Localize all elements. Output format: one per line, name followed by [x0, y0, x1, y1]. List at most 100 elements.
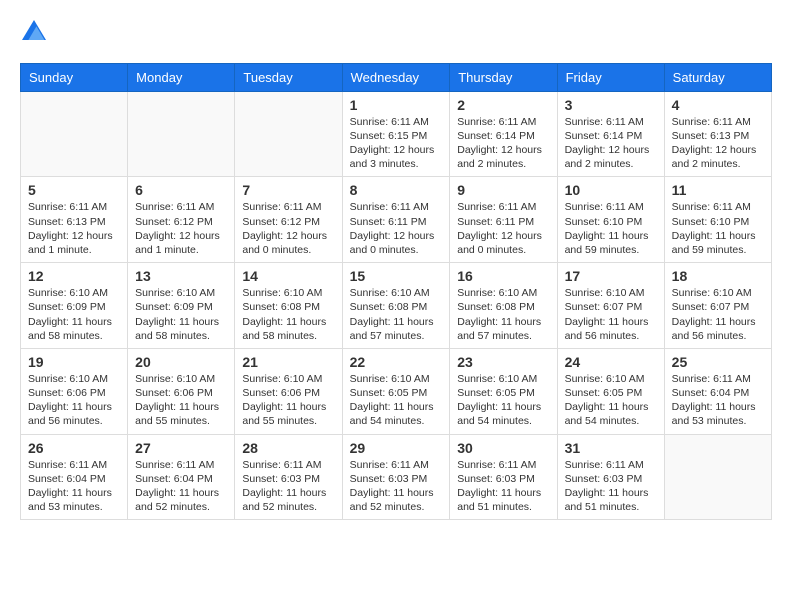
day-number: 9 — [457, 182, 549, 198]
day-number: 16 — [457, 268, 549, 284]
calendar-cell: 4 Sunrise: 6:11 AMSunset: 6:13 PMDaylight… — [664, 91, 771, 177]
calendar-cell: 8 Sunrise: 6:11 AMSunset: 6:11 PMDaylight… — [342, 177, 450, 263]
header-monday: Monday — [128, 63, 235, 91]
day-info: Sunrise: 6:11 AMSunset: 6:13 PMDaylight:… — [672, 115, 764, 172]
calendar-cell: 25 Sunrise: 6:11 AMSunset: 6:04 PMDayligh… — [664, 348, 771, 434]
day-info: Sunrise: 6:10 AMSunset: 6:09 PMDaylight:… — [135, 286, 227, 343]
day-info: Sunrise: 6:11 AMSunset: 6:14 PMDaylight:… — [565, 115, 657, 172]
calendar-cell: 28 Sunrise: 6:11 AMSunset: 6:03 PMDayligh… — [235, 434, 342, 520]
day-info: Sunrise: 6:11 AMSunset: 6:03 PMDaylight:… — [242, 458, 334, 515]
day-info: Sunrise: 6:11 AMSunset: 6:11 PMDaylight:… — [350, 200, 443, 257]
logo-text — [20, 20, 46, 47]
calendar-table: SundayMondayTuesdayWednesdayThursdayFrid… — [20, 63, 772, 520]
day-number: 11 — [672, 182, 764, 198]
day-number: 25 — [672, 354, 764, 370]
calendar-cell: 13 Sunrise: 6:10 AMSunset: 6:09 PMDayligh… — [128, 263, 235, 349]
calendar-cell: 18 Sunrise: 6:10 AMSunset: 6:07 PMDayligh… — [664, 263, 771, 349]
day-info: Sunrise: 6:10 AMSunset: 6:06 PMDaylight:… — [242, 372, 334, 429]
header-wednesday: Wednesday — [342, 63, 450, 91]
day-number: 21 — [242, 354, 334, 370]
calendar-cell — [664, 434, 771, 520]
day-info: Sunrise: 6:10 AMSunset: 6:05 PMDaylight:… — [457, 372, 549, 429]
calendar-cell: 7Sunrise: 6:11 AMSunset: 6:12 PMDaylight… — [235, 177, 342, 263]
calendar-cell: 1 Sunrise: 6:11 AMSunset: 6:15 PMDaylight… — [342, 91, 450, 177]
calendar-week-row: 12 Sunrise: 6:10 AMSunset: 6:09 PMDayligh… — [21, 263, 772, 349]
calendar-cell: 30Sunrise: 6:11 AMSunset: 6:03 PMDayligh… — [450, 434, 557, 520]
calendar-cell: 12 Sunrise: 6:10 AMSunset: 6:09 PMDayligh… — [21, 263, 128, 349]
day-info: Sunrise: 6:10 AMSunset: 6:08 PMDaylight:… — [242, 286, 334, 343]
day-number: 12 — [28, 268, 120, 284]
day-info: Sunrise: 6:11 AMSunset: 6:04 PMDaylight:… — [135, 458, 227, 515]
day-number: 4 — [672, 97, 764, 113]
calendar-cell — [235, 91, 342, 177]
calendar-cell: 19Sunrise: 6:10 AMSunset: 6:06 PMDayligh… — [21, 348, 128, 434]
day-number: 7 — [242, 182, 334, 198]
day-info: Sunrise: 6:11 AMSunset: 6:10 PMDaylight:… — [565, 200, 657, 257]
day-info: Sunrise: 6:11 AMSunset: 6:13 PMDaylight:… — [28, 200, 120, 257]
day-number: 8 — [350, 182, 443, 198]
day-number: 6 — [135, 182, 227, 198]
header-thursday: Thursday — [450, 63, 557, 91]
day-info: Sunrise: 6:10 AMSunset: 6:05 PMDaylight:… — [565, 372, 657, 429]
calendar-cell: 20Sunrise: 6:10 AMSunset: 6:06 PMDayligh… — [128, 348, 235, 434]
calendar-week-row: 1 Sunrise: 6:11 AMSunset: 6:15 PMDaylight… — [21, 91, 772, 177]
calendar-cell: 21 Sunrise: 6:10 AMSunset: 6:06 PMDayligh… — [235, 348, 342, 434]
day-number: 1 — [350, 97, 443, 113]
calendar-cell — [21, 91, 128, 177]
header-tuesday: Tuesday — [235, 63, 342, 91]
day-info: Sunrise: 6:10 AMSunset: 6:08 PMDaylight:… — [350, 286, 443, 343]
calendar-cell: 5 Sunrise: 6:11 AMSunset: 6:13 PMDaylight… — [21, 177, 128, 263]
day-info: Sunrise: 6:11 AMSunset: 6:03 PMDaylight:… — [457, 458, 549, 515]
day-info: Sunrise: 6:11 AMSunset: 6:10 PMDaylight:… — [672, 200, 764, 257]
day-number: 24 — [565, 354, 657, 370]
day-info: Sunrise: 6:10 AMSunset: 6:08 PMDaylight:… — [457, 286, 549, 343]
day-info: Sunrise: 6:10 AMSunset: 6:06 PMDaylight:… — [28, 372, 120, 429]
day-number: 3 — [565, 97, 657, 113]
day-number: 13 — [135, 268, 227, 284]
header-friday: Friday — [557, 63, 664, 91]
day-number: 27 — [135, 440, 227, 456]
day-info: Sunrise: 6:10 AMSunset: 6:09 PMDaylight:… — [28, 286, 120, 343]
header-saturday: Saturday — [664, 63, 771, 91]
calendar-cell: 27 Sunrise: 6:11 AMSunset: 6:04 PMDayligh… — [128, 434, 235, 520]
calendar-cell: 6 Sunrise: 6:11 AMSunset: 6:12 PMDaylight… — [128, 177, 235, 263]
day-number: 28 — [242, 440, 334, 456]
logo-icon — [22, 18, 46, 42]
day-info: Sunrise: 6:10 AMSunset: 6:05 PMDaylight:… — [350, 372, 443, 429]
day-info: Sunrise: 6:10 AMSunset: 6:07 PMDaylight:… — [565, 286, 657, 343]
day-number: 10 — [565, 182, 657, 198]
calendar-header-row: SundayMondayTuesdayWednesdayThursdayFrid… — [21, 63, 772, 91]
calendar-cell: 14Sunrise: 6:10 AMSunset: 6:08 PMDayligh… — [235, 263, 342, 349]
day-info: Sunrise: 6:10 AMSunset: 6:07 PMDaylight:… — [672, 286, 764, 343]
day-info: Sunrise: 6:11 AMSunset: 6:03 PMDaylight:… — [565, 458, 657, 515]
calendar-week-row: 5 Sunrise: 6:11 AMSunset: 6:13 PMDaylight… — [21, 177, 772, 263]
day-number: 17 — [565, 268, 657, 284]
day-number: 29 — [350, 440, 443, 456]
calendar-cell: 2 Sunrise: 6:11 AMSunset: 6:14 PMDaylight… — [450, 91, 557, 177]
calendar-cell: 11 Sunrise: 6:11 AMSunset: 6:10 PMDayligh… — [664, 177, 771, 263]
day-number: 2 — [457, 97, 549, 113]
day-number: 5 — [28, 182, 120, 198]
day-info: Sunrise: 6:11 AMSunset: 6:12 PMDaylight:… — [135, 200, 227, 257]
calendar-cell: 26Sunrise: 6:11 AMSunset: 6:04 PMDayligh… — [21, 434, 128, 520]
day-number: 22 — [350, 354, 443, 370]
calendar-cell: 3 Sunrise: 6:11 AMSunset: 6:14 PMDaylight… — [557, 91, 664, 177]
day-number: 18 — [672, 268, 764, 284]
header-sunday: Sunday — [21, 63, 128, 91]
day-info: Sunrise: 6:11 AMSunset: 6:15 PMDaylight:… — [350, 115, 443, 172]
day-info: Sunrise: 6:11 AMSunset: 6:04 PMDaylight:… — [672, 372, 764, 429]
calendar-cell: 10 Sunrise: 6:11 AMSunset: 6:10 PMDayligh… — [557, 177, 664, 263]
day-number: 31 — [565, 440, 657, 456]
calendar-cell: 9Sunrise: 6:11 AMSunset: 6:11 PMDaylight… — [450, 177, 557, 263]
page-header — [20, 20, 772, 47]
calendar-week-row: 26 Sunrise: 6:11 AMSunset: 6:04 PMDayligh… — [21, 434, 772, 520]
calendar-week-row: 19Sunrise: 6:10 AMSunset: 6:06 PMDayligh… — [21, 348, 772, 434]
day-number: 26 — [28, 440, 120, 456]
calendar-cell: 22 Sunrise: 6:10 AMSunset: 6:05 PMDayligh… — [342, 348, 450, 434]
calendar-cell: 16 Sunrise: 6:10 AMSunset: 6:08 PMDayligh… — [450, 263, 557, 349]
day-number: 15 — [350, 268, 443, 284]
calendar-cell — [128, 91, 235, 177]
calendar-cell: 24 Sunrise: 6:10 AMSunset: 6:05 PMDayligh… — [557, 348, 664, 434]
day-info: Sunrise: 6:11 AMSunset: 6:14 PMDaylight:… — [457, 115, 549, 172]
day-info: Sunrise: 6:10 AMSunset: 6:06 PMDaylight:… — [135, 372, 227, 429]
